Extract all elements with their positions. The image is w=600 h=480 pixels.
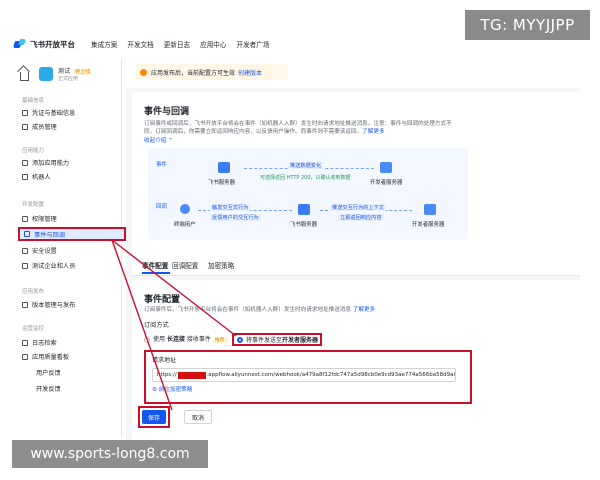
sidebar-item-test-tenant[interactable]: 测试企业和人员 [22,260,118,271]
flow-dev-server-2: 开发者服务器 [412,222,445,228]
sidebar: 测试 待上线 正式应用 基础信息 凭证与基础信息 成员管理 应用能力 添加应用能力… [14,58,126,438]
flow-feishu-server-2: 飞书服务器 [290,222,317,228]
radio-dev-server[interactable] [237,336,243,343]
plus-icon [22,159,28,166]
watermark-bottom: www.sports-long8.com [12,440,208,468]
flow-event-tag: 事件 [156,162,167,168]
sidebar-item-bot[interactable]: 机器人 [22,171,118,182]
sidebar-item-add-capability[interactable]: 添加应用能力 [22,157,118,168]
event-learn-more-link[interactable]: 了解更多 [353,307,375,313]
sidebar-item-security[interactable]: 安全设置 [22,245,118,256]
nav-dev-plaza[interactable]: 开发者广场 [237,39,270,49]
app-icon [39,67,53,81]
section-capability: 应用能力 [22,148,45,154]
end-user-icon [180,204,190,214]
tab-encryption[interactable]: 加密策略 [208,260,234,270]
feishu-logo-icon [14,39,26,49]
section-dev: 开发配置 [22,202,45,208]
release-notice: 应用发布后，当前配置方可生效 创建版本 [136,64,288,80]
section-basic: 基础信息 [22,98,45,104]
app-header: 测试 待上线 正式应用 [20,62,120,86]
learn-more-link[interactable]: 了解更多 [362,129,384,135]
request-url-input[interactable]: https://.appflow.aliyunnest.com/webhook/… [152,368,456,382]
dev-server-icon [380,162,392,173]
feishu-server-icon [218,162,230,173]
flow-respond: 立即返回响应内容 [338,214,384,221]
encrypt-policy-link[interactable]: ⚙ 前往加密策略 [152,386,192,394]
user-icon [22,123,28,130]
flow-feedback: 反馈用户的交互行为 [210,214,261,221]
save-button[interactable]: 保存 [142,410,166,424]
option-dev-server[interactable]: 将事件发送至 开发者服务器 [232,333,322,346]
page: 飞书开放平台 集成方案 开发文档 更新日志 应用中心 开发者广场 TG: MYY… [0,0,600,480]
flow-push-change: 推送数据变化 [288,162,324,169]
active-tab-indicator [142,272,170,274]
key-icon [22,109,28,116]
people-icon [22,262,28,269]
option-long-connection[interactable]: 使用 长连接 接收事件 推荐 [144,336,227,345]
tab-callback-config[interactable]: 回调配置 [172,260,198,270]
radio-long-connection[interactable] [144,336,150,343]
create-version-link[interactable]: 创建版本 [238,68,262,77]
event-config-title: 事件配置 [144,295,181,305]
sidebar-item-version[interactable]: 版本管理与发布 [22,299,118,310]
flow-end-user: 终端用户 [174,222,196,228]
sidebar-item-credentials[interactable]: 凭证与基础信息 [22,107,118,118]
section-release: 应用发布 [22,289,45,295]
flow-diagram: 事件 飞书服务器 推送数据变化 可选择返回 HTTP 200，以确认收到数据 开… [148,148,468,240]
nav-docs[interactable]: 开发文档 [127,39,153,49]
sidebar-item-events[interactable]: 事件与回调 [18,227,126,241]
event-icon [24,231,30,237]
home-icon[interactable] [20,71,29,81]
sidebar-item-user-feedback[interactable]: 用户反馈 [36,367,132,378]
collapse-intro-link[interactable]: 收起介绍 ⌃ [144,137,173,145]
sidebar-item-permission[interactable]: 权限管理 [22,213,118,224]
app-name: 测试 [58,68,71,75]
flow-return-ok: 可选择返回 HTTP 200，以确认收到数据 [260,175,351,181]
feishu-server-2-icon [298,204,310,215]
settings-icon: ⚙ [152,387,158,393]
flow-push-interaction: 推送交互行为的上下文 [330,204,386,211]
version-icon [22,301,28,308]
lock-icon [22,215,28,222]
flow-callback-tag: 回调 [156,204,167,210]
nav-integration[interactable]: 集成方案 [91,39,117,49]
redaction-mark [177,371,206,379]
sidebar-item-members[interactable]: 成员管理 [22,121,118,132]
flow-feishu-server-1: 飞书服务器 [208,180,235,186]
config-tabs: 事件配置 回调配置 加密策略 [132,256,580,276]
flow-trigger: 触发交互式行为 [210,204,251,211]
warning-icon [140,68,147,76]
sidebar-item-dev-feedback[interactable]: 开发反馈 [36,383,132,394]
app-status: 正式应用 [58,76,79,82]
event-config-desc: 订阅事件后，飞书开放平台将会在事件（如机器人入群）发生时向请求地址推送消息 了解… [144,307,376,313]
dev-server-2-icon [424,204,436,215]
request-url-label: 请求地址 [152,357,177,364]
intro-desc-1: 订阅事件或回调后，飞书开放平台将会在事件（如机器人入群）发生时向请求地址推送消息… [144,121,452,127]
dashboard-icon [22,353,28,360]
log-icon [22,339,28,346]
sidebar-item-logs[interactable]: 日志检索 [22,337,118,348]
page-title: 事件与回调 [144,107,190,117]
cancel-button[interactable]: 取消 [184,410,212,424]
section-ops: 运营监控 [22,326,45,332]
recommended-badge: 推荐 [212,338,227,343]
intro-desc-2: 同，订阅回调后，你需要立即返回响应内容，以反馈用户操作。而事件则不需要该返回。了… [144,129,385,135]
flow-dev-server-1: 开发者服务器 [370,180,403,186]
subscribe-method-label: 订阅方式 [144,322,169,329]
watermark-top: TG: MYYJJPP [465,10,590,40]
nav-app-center[interactable]: 应用中心 [200,39,226,49]
tab-event-config[interactable]: 事件配置 [142,260,168,270]
bot-icon [22,173,28,180]
nav-changelog[interactable]: 更新日志 [164,39,190,49]
sidebar-item-quality[interactable]: 应用质量看板 [22,351,118,362]
brand-title[interactable]: 飞书开放平台 [30,39,75,50]
shield-icon [22,247,28,254]
